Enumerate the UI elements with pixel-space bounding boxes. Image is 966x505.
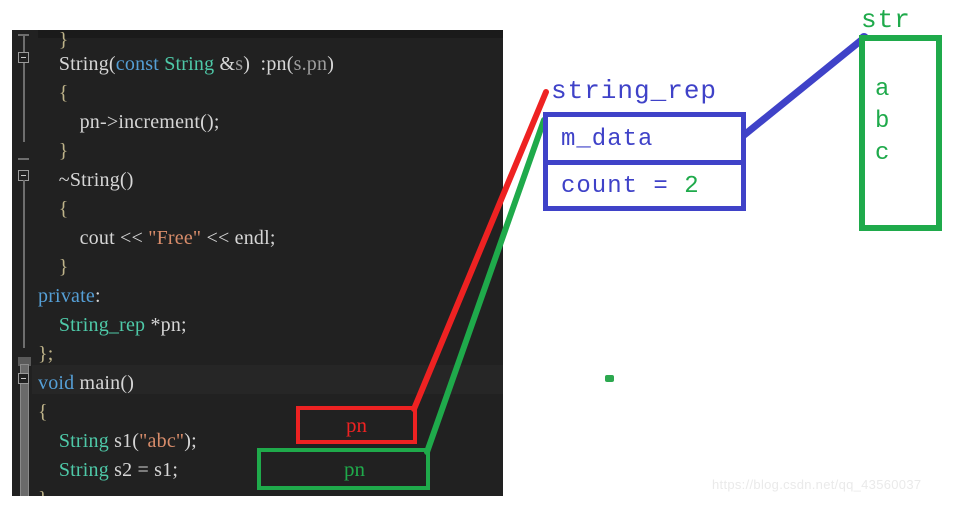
code-token: :: [250, 53, 267, 75]
code-line[interactable]: {: [38, 195, 69, 224]
code-line[interactable]: }: [38, 485, 48, 496]
code-line[interactable]: ~String(): [38, 166, 134, 195]
field-count-label: count =: [561, 173, 685, 200]
code-token: const: [115, 53, 160, 75]
code-token: {: [38, 401, 48, 423]
code-line[interactable]: }: [38, 137, 69, 166]
code-token: "abc": [139, 430, 185, 452]
code-token: String: [58, 459, 109, 481]
code-line[interactable]: {: [38, 79, 69, 108]
str-char: a: [875, 76, 890, 103]
code-token: void: [38, 372, 75, 394]
str-char: c: [875, 140, 890, 167]
code-token: main(): [74, 372, 135, 394]
string-rep-title: string_rep: [551, 76, 718, 106]
code-token: String: [58, 430, 109, 452]
code-token: String_rep: [58, 314, 146, 336]
fold-guide-line: [23, 180, 25, 348]
code-line[interactable]: String(const String &s) :pn(s.pn): [38, 50, 334, 79]
annotation-label-pn-green: pn: [344, 456, 365, 481]
code-token: }: [38, 140, 69, 162]
annotation-box-pn-green: pn: [257, 448, 430, 490]
code-token: *pn;: [145, 314, 187, 336]
fold-tick-icon: [18, 158, 29, 160]
code-token: cout <<: [38, 227, 149, 249]
annotation-box-pn-red: pn: [296, 406, 417, 444]
code-token: String: [164, 53, 215, 75]
field-m-data: m_data: [561, 126, 654, 153]
code-line[interactable]: String s2 = s1;: [38, 456, 178, 485]
code-token: }: [38, 30, 69, 51]
code-token: s2 = s1;: [108, 459, 179, 481]
field-count: count = 2: [561, 173, 700, 200]
code-token: "Free": [148, 227, 202, 249]
screenshot-root: } String(const String &s) :pn(s.pn) { pn…: [0, 0, 966, 505]
code-line[interactable]: };: [38, 340, 54, 369]
code-token: pn->increment();: [38, 111, 220, 133]
code-token: ~String(): [38, 169, 134, 191]
editor-gutter[interactable]: [12, 30, 38, 496]
str-title: str: [861, 5, 911, 35]
field-count-value: 2: [684, 173, 700, 200]
code-token: {: [38, 82, 69, 104]
code-token: String: [58, 53, 109, 75]
fold-collapse-icon[interactable]: [18, 52, 29, 63]
blue-pointer-line: [734, 34, 868, 144]
string-rep-row-divider: [543, 160, 746, 165]
code-token: (: [286, 53, 294, 75]
annotation-label-pn-red: pn: [346, 412, 367, 437]
code-token: {: [38, 198, 69, 220]
code-token: private: [38, 285, 95, 307]
code-line[interactable]: cout << "Free" << endl;: [38, 224, 276, 253]
code-token: }: [38, 256, 69, 278]
code-token: }: [38, 488, 48, 496]
code-token: :: [94, 285, 101, 307]
fold-tick-icon: [18, 34, 29, 36]
code-token: s1(: [108, 430, 140, 452]
fold-collapse-icon[interactable]: [18, 373, 29, 384]
code-token: pn: [266, 53, 287, 75]
editor-top-strip: [12, 30, 503, 38]
code-token: (: [108, 53, 116, 75]
code-token: };: [38, 343, 54, 365]
code-line[interactable]: }: [38, 253, 69, 282]
str-char: b: [875, 108, 890, 135]
code-token: s.pn: [293, 53, 328, 75]
stray-green-dot: [605, 375, 614, 382]
code-line[interactable]: {: [38, 398, 48, 427]
str-box: [859, 35, 942, 231]
code-token: &: [214, 53, 236, 75]
code-token: << endl;: [201, 227, 276, 249]
code-line[interactable]: String s1("abc");: [38, 427, 197, 456]
watermark-text: https://blog.csdn.net/qq_43560037: [712, 477, 922, 492]
fold-guide-line: [23, 34, 25, 142]
code-line[interactable]: private:: [38, 282, 101, 311]
code-editor[interactable]: } String(const String &s) :pn(s.pn) { pn…: [12, 30, 503, 496]
code-line[interactable]: String_rep *pn;: [38, 311, 187, 340]
code-line[interactable]: void main(): [38, 369, 134, 398]
code-line[interactable]: pn->increment();: [38, 108, 220, 137]
code-token: );: [184, 430, 197, 452]
code-token: ): [327, 53, 335, 75]
